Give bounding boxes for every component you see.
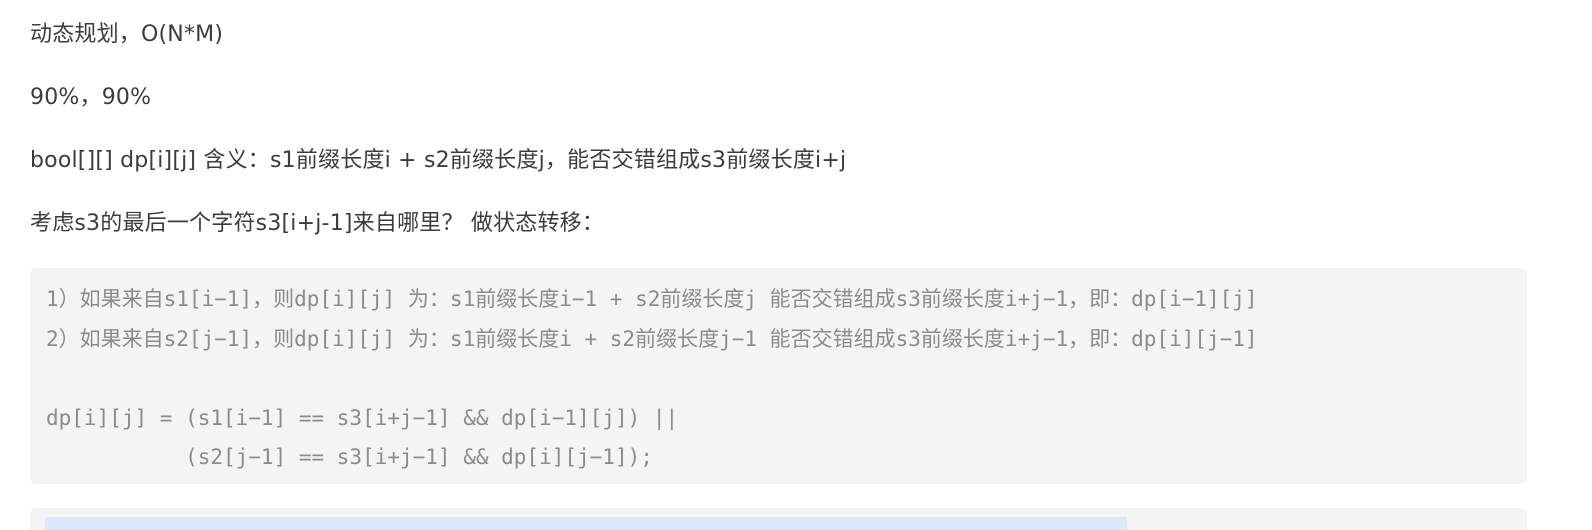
paragraph-dp-definition: bool[][] dp[i][j] 含义：s1前缀长度i + s2前缀长度j，能… [30,148,847,173]
code-line: 1）如果来自s1[i−1]，则dp[i][j] 为：s1前缀长度i−1 + s2… [46,287,1258,311]
paragraph-performance: 90%，90% [30,85,152,110]
paragraph-complexity: 动态规划，O(N*M) [30,22,224,47]
code-line: (s2[j−1] == s3[i+j−1] && dp[i][j−1]); [46,445,653,469]
paragraph-transition-intro: 考虑s3的最后一个字符s3[i+j-1]来自哪里？ 做状态转移： [30,211,605,236]
code-line: 2）如果来自s2[j−1]，则dp[i][j] 为：s1前缀长度i + s2前缀… [46,326,1258,351]
text-selection-highlight[interactable] [45,517,1127,530]
code-block: 1）如果来自s1[i−1]，则dp[i][j] 为：s1前缀长度i−1 + s2… [30,268,1527,484]
code-line: dp[i][j] = (s1[i−1] == s3[i+j−1] && dp[i… [46,405,679,430]
code-block-next [30,508,1527,530]
